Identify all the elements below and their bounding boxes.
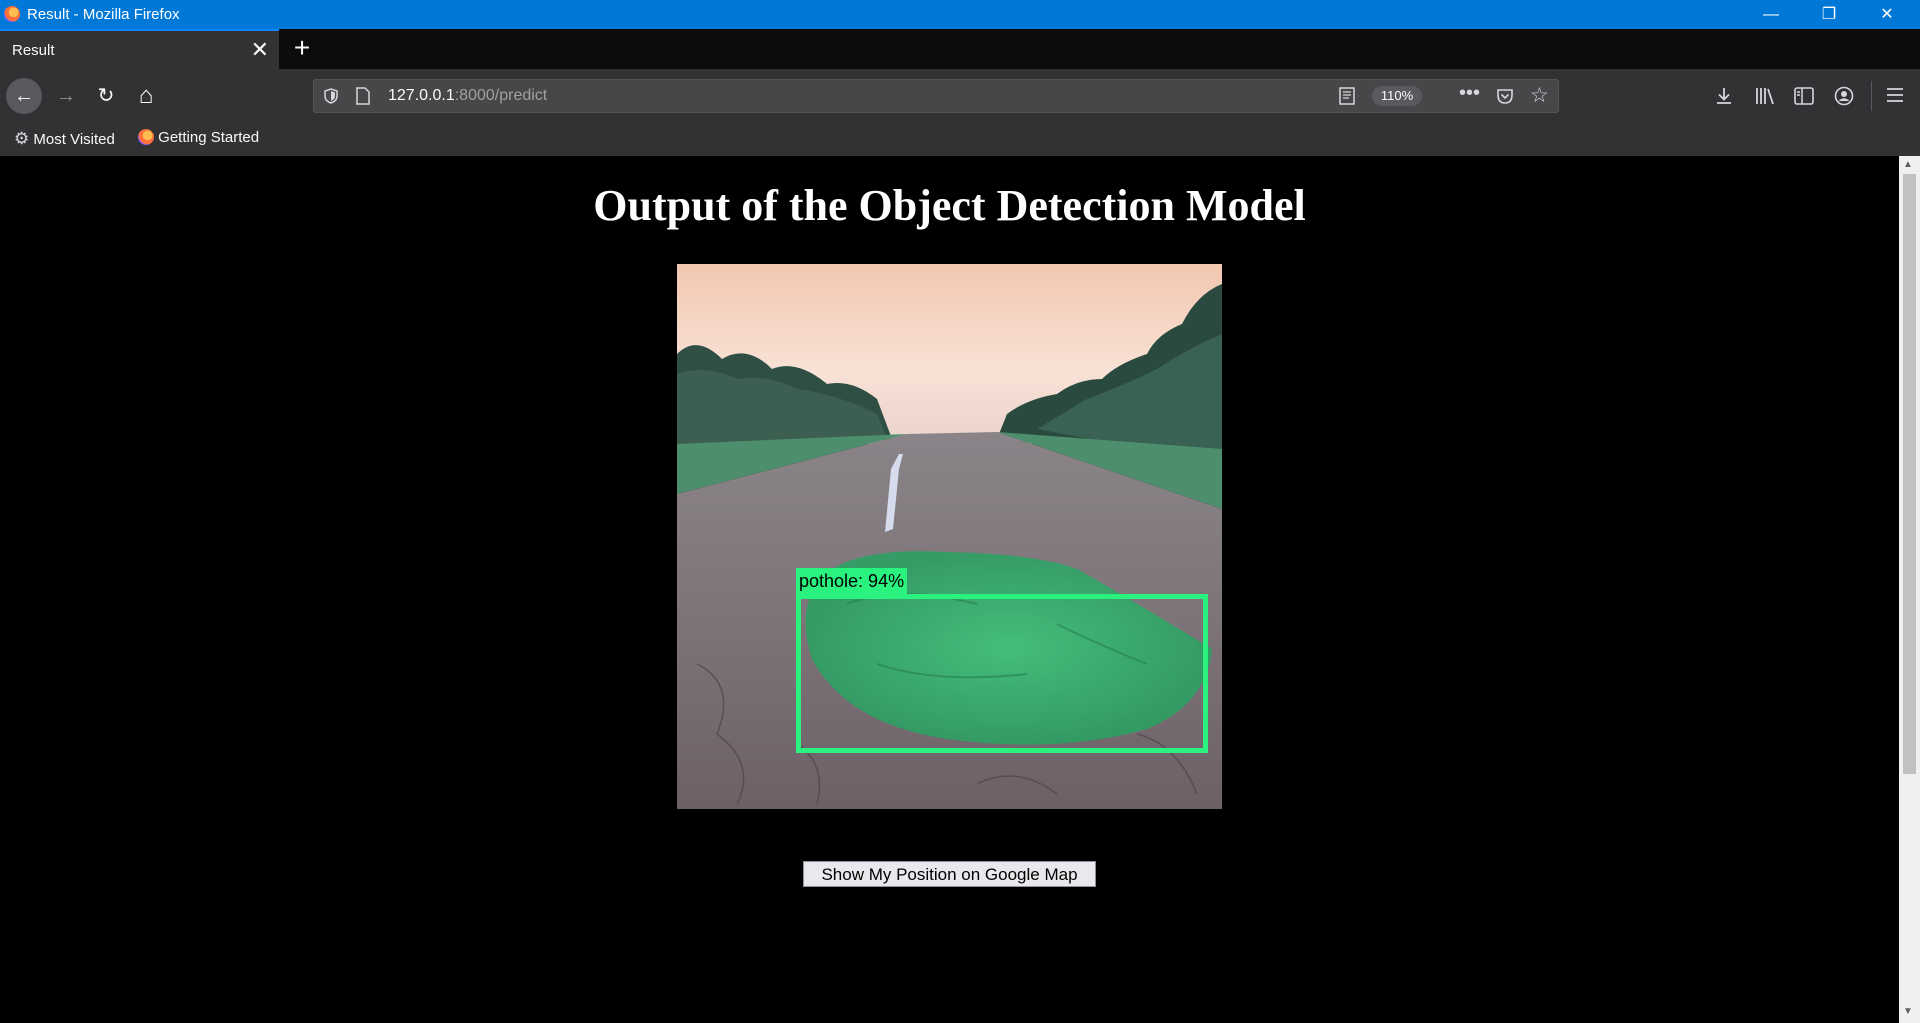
more-actions-icon[interactable]: ••• <box>1459 82 1480 105</box>
reader-view-icon[interactable] <box>1338 87 1356 105</box>
detection-bounding-box <box>796 594 1208 753</box>
gear-icon: ⚙ <box>14 129 30 148</box>
tab-result[interactable]: Result ✕ <box>0 29 279 69</box>
bookmarks-toolbar: ⚙ Most Visited Getting Started <box>0 123 1920 156</box>
window-titlebar: Result - Mozilla Firefox — ❐ ✕ <box>0 0 1920 29</box>
navigation-toolbar: ← → ↻ ⌂ 127.0.0.1:8000/predict 110% ••• … <box>0 69 1920 123</box>
close-window-button[interactable]: ✕ <box>1858 0 1916 29</box>
bookmark-most-visited[interactable]: ⚙ Most Visited <box>14 129 115 149</box>
pocket-icon[interactable] <box>1496 87 1514 105</box>
url-host: 127.0.0.1 <box>388 87 455 104</box>
forward-button[interactable]: → <box>48 78 84 114</box>
firefox-icon <box>138 129 154 145</box>
tab-label: Result <box>12 42 55 59</box>
window-title: Result - Mozilla Firefox <box>27 6 180 23</box>
back-button[interactable]: ← <box>6 78 42 114</box>
minimize-button[interactable]: — <box>1742 0 1800 29</box>
url-text[interactable]: 127.0.0.1:8000/predict <box>388 87 547 105</box>
restore-button[interactable]: ❐ <box>1800 0 1858 29</box>
scroll-up-arrow-icon[interactable]: ▲ <box>1903 159 1913 170</box>
address-bar[interactable]: 127.0.0.1:8000/predict 110% ••• ☆ <box>313 79 1559 113</box>
detection-label: pothole: 94% <box>796 568 908 594</box>
account-icon[interactable] <box>1834 86 1854 106</box>
tracking-shield-icon[interactable] <box>323 88 339 104</box>
close-tab-icon[interactable]: ✕ <box>251 37 269 63</box>
scrollbar-thumb[interactable] <box>1903 174 1916 774</box>
scroll-down-arrow-icon[interactable]: ▼ <box>1903 1006 1913 1017</box>
toolbar-separator <box>1871 81 1872 111</box>
home-button[interactable]: ⌂ <box>128 78 164 114</box>
bookmark-getting-started[interactable]: Getting Started <box>138 129 259 146</box>
reload-button[interactable]: ↻ <box>88 78 124 114</box>
bookmark-label: Getting Started <box>158 129 260 146</box>
page-scrollbar[interactable]: ▲ ▼ <box>1899 156 1920 1023</box>
firefox-logo-icon <box>4 6 20 22</box>
tab-strip: Result ✕ + <box>0 29 1920 69</box>
menu-icon[interactable] <box>1886 87 1904 103</box>
bookmark-star-icon[interactable]: ☆ <box>1530 83 1549 108</box>
new-tab-button[interactable]: + <box>287 32 317 64</box>
zoom-level-button[interactable]: 110% <box>1372 86 1422 106</box>
sidebar-icon[interactable] <box>1794 87 1814 105</box>
library-icon[interactable] <box>1754 86 1776 106</box>
downloads-icon[interactable] <box>1714 86 1734 106</box>
page-info-icon[interactable] <box>356 87 370 105</box>
bookmark-label: Most Visited <box>33 131 115 148</box>
url-path: :8000/predict <box>454 87 548 104</box>
show-position-google-map-button[interactable]: Show My Position on Google Map <box>803 861 1096 887</box>
page-title: Output of the Object Detection Model <box>593 181 1306 230</box>
